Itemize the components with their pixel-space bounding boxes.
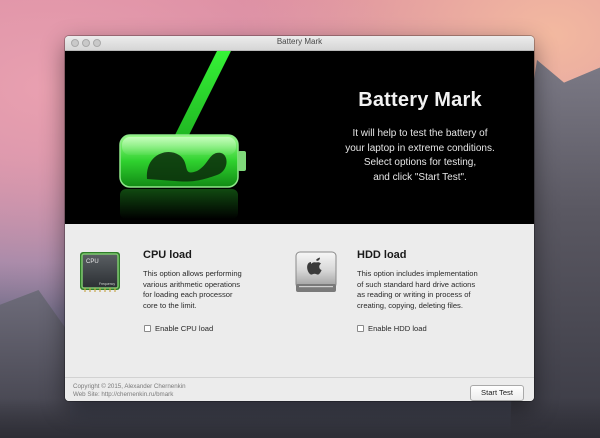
hero-title: Battery Mark (358, 89, 482, 111)
options-panel: CPU Frequency CPU load This option allow… (65, 224, 534, 377)
website-text: Web Site: http://chernenkin.ru/bmark (73, 391, 174, 398)
copyright-info: Copyright © 2015, Alexander Chernenkin W… (73, 383, 186, 399)
cpu-chip-icon: CPU Frequency (80, 252, 120, 292)
title-bar[interactable]: Battery Mark (65, 36, 534, 51)
cpu-chip-sublabel: Frequency (99, 282, 115, 286)
enable-cpu-load-checkbox[interactable]: Enable CPU load (144, 324, 213, 333)
copyright-text: Copyright © 2015, Alexander Chernenkin (73, 383, 186, 390)
hdd-load-checkbox-box[interactable] (357, 325, 364, 332)
enable-hdd-load-checkbox[interactable]: Enable HDD load (357, 324, 427, 333)
cpu-chip-label: CPU (86, 259, 99, 265)
battery-glass-highlight (122, 137, 236, 155)
cpu-load-description: This option allows performing various ar… (143, 269, 242, 310)
battery-terminal (238, 151, 246, 171)
footer-bar: Copyright © 2015, Alexander Chernenkin W… (65, 377, 534, 401)
cpu-load-heading: CPU load (143, 249, 192, 261)
hard-drive-icon (295, 251, 337, 292)
hero-banner: Battery Mark It will help to test the ba… (65, 51, 534, 224)
cpu-load-checkbox-box[interactable] (144, 325, 151, 332)
hdd-load-heading: HDD load (357, 249, 407, 261)
window-title: Battery Mark (276, 37, 323, 46)
hero-description: It will help to test the battery of your… (345, 128, 495, 183)
cpu-load-checkbox-label: Enable CPU load (155, 324, 214, 333)
app-window: Battery Mark Battery Mark It will help t… (65, 36, 534, 401)
battery-reflection (120, 189, 238, 219)
hdd-load-description: This option includes implementation of s… (357, 269, 478, 310)
desktop-valley (0, 398, 600, 438)
start-test-button[interactable]: Start Test (470, 385, 524, 401)
hdd-load-checkbox-label: Enable HDD load (368, 324, 427, 333)
battery-illustration (119, 51, 246, 219)
